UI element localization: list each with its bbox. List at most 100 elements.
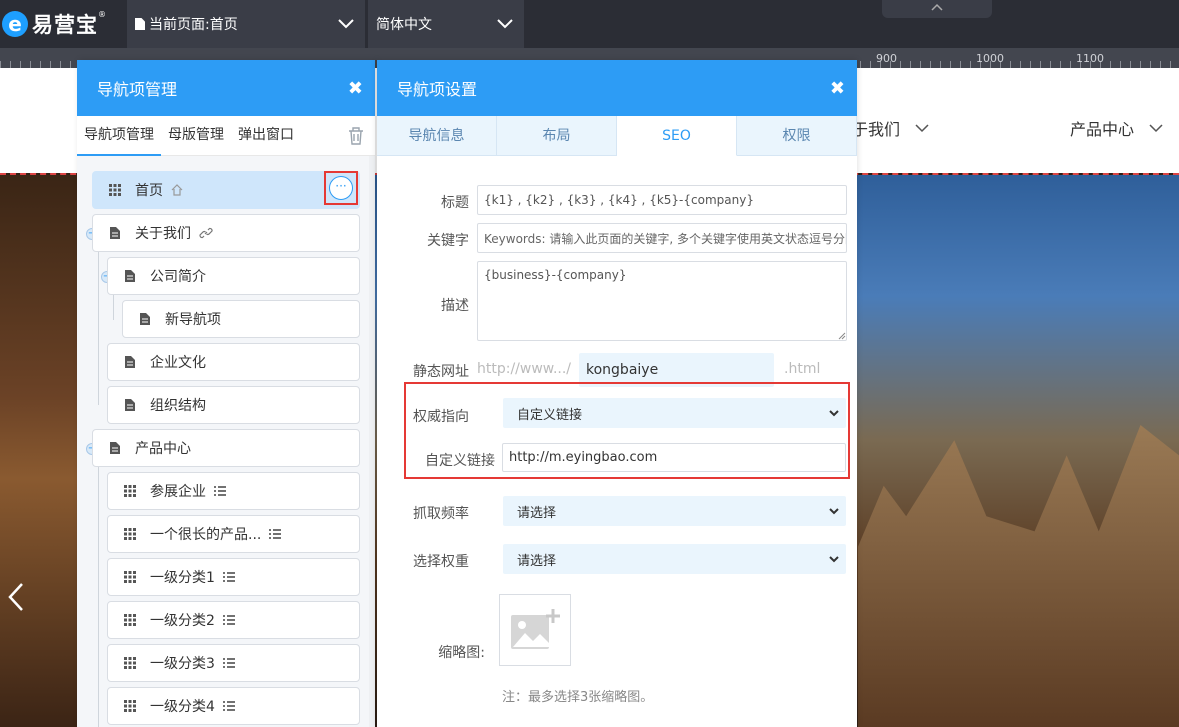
trash-icon[interactable] — [347, 126, 365, 146]
tree-node[interactable]: 参展企业 — [107, 472, 360, 510]
grid-icon — [120, 700, 140, 712]
page-icon — [105, 227, 125, 239]
static-url-prefix: http://www.../ — [477, 361, 572, 377]
site-nav-label: 于我们 — [852, 120, 901, 139]
page-icon — [120, 270, 140, 282]
current-page-select[interactable]: 当前页面:首页 — [127, 0, 365, 48]
close-icon[interactable]: ✖ — [348, 78, 363, 99]
site-nav-item[interactable]: 产品中心 — [1070, 116, 1164, 140]
page-icon — [120, 399, 140, 411]
tree-node[interactable]: 企业文化 — [107, 343, 360, 381]
resize-handle-icon[interactable] — [838, 332, 846, 340]
more-options-button[interactable]: ··· — [324, 171, 358, 205]
weight-label: 选择权重 — [413, 554, 469, 570]
tree-node-label: 参展企业 — [150, 484, 206, 500]
tab-permission[interactable]: 权限 — [737, 116, 857, 156]
keywords-label: 关键字 — [427, 233, 469, 249]
tree-node-label: 一级分类4 — [150, 699, 215, 715]
collapse-toolbar-button[interactable] — [882, 0, 992, 18]
nav-settings-header: 导航项设置 ✖ — [377, 60, 857, 116]
tree-node[interactable]: 一级分类2 — [107, 601, 360, 639]
language-select[interactable]: 简体中文 — [368, 0, 524, 48]
logo-text: 易营宝 — [32, 13, 98, 37]
scrollbar[interactable] — [369, 156, 375, 727]
more-icon: ··· — [329, 176, 353, 200]
crawl-frequency-select[interactable]: 请选择 — [503, 496, 846, 526]
chevron-down-icon — [829, 508, 839, 515]
nav-settings-title: 导航项设置 — [397, 80, 478, 99]
tree-node-label: 公司简介 — [150, 269, 206, 285]
list-icon — [269, 529, 282, 539]
description-textarea[interactable]: {business}-{company} — [477, 261, 847, 341]
tab-master-manager[interactable]: 母版管理 — [161, 116, 231, 156]
title-input[interactable]: {k1} , {k2} , {k3} , {k4} , {k5}-{compan… — [477, 185, 847, 215]
chevron-down-icon — [915, 124, 929, 133]
authority-select[interactable]: 自定义链接 — [503, 398, 846, 428]
tree-node[interactable]: 一个很长的产品... — [107, 515, 360, 553]
tree-node[interactable]: 新导航项 — [122, 300, 360, 338]
keywords-input[interactable]: Keywords: 请输入此页面的关键字, 多个关键字使用英文状态逗号分隔 — [477, 223, 847, 253]
custom-link-input[interactable]: http://m.eyingbao.com — [502, 443, 846, 472]
tree-node[interactable]: 一级分类1 — [107, 558, 360, 596]
custom-link-label: 自定义链接 — [425, 453, 495, 469]
tab-popup-window[interactable]: 弹出窗口 — [231, 116, 301, 156]
add-thumbnail-button[interactable] — [499, 594, 571, 666]
nav-manager-title: 导航项管理 — [97, 80, 178, 99]
chevron-left-icon[interactable] — [6, 580, 26, 614]
tree-line — [98, 245, 99, 405]
home-icon — [171, 184, 183, 196]
language-label: 简体中文 — [376, 17, 432, 33]
tree-node[interactable]: 一级分类4 — [107, 687, 360, 725]
chevron-up-icon — [931, 3, 943, 11]
grid-icon — [120, 571, 140, 583]
list-icon — [222, 701, 235, 711]
thumbnail-note: 注：最多选择3张缩略图。 — [502, 690, 654, 705]
site-nav-item[interactable]: 于我们 — [852, 116, 930, 140]
list-icon — [214, 486, 226, 496]
tree-node[interactable]: 公司简介 — [107, 257, 360, 295]
weight-value: 请选择 — [517, 553, 557, 569]
ruler-label: 900 — [876, 52, 897, 65]
top-bar: e 易营宝 ® 当前页面:首页 简体中文 — [0, 0, 1179, 48]
tab-seo[interactable]: SEO — [617, 116, 737, 156]
chevron-down-icon — [497, 19, 513, 29]
tab-nav-info[interactable]: 导航信息 — [377, 116, 497, 156]
static-url-label: 静态网址 — [413, 364, 469, 380]
tree-node[interactable]: 组织结构 — [107, 386, 360, 424]
tree-node-label: 企业文化 — [150, 355, 206, 371]
list-icon — [222, 615, 235, 625]
grid-icon — [105, 184, 125, 196]
banner-left-building — [0, 175, 80, 727]
nav-manager-tabs: 导航项管理 母版管理 弹出窗口 — [77, 116, 375, 156]
banner-right-building — [858, 425, 1179, 727]
tree-node[interactable]: 产品中心 — [92, 429, 360, 467]
tree-node-home[interactable]: 首页 — [92, 171, 360, 209]
tree-node[interactable]: 一级分类3 — [107, 644, 360, 682]
page-icon — [120, 356, 140, 368]
current-page-label: 当前页面:首页 — [149, 17, 238, 33]
description-value: {business}-{company} — [484, 268, 627, 282]
list-icon — [222, 572, 235, 582]
page-icon — [105, 442, 125, 454]
ruler-label: 1000 — [976, 52, 1004, 65]
crawl-frequency-label: 抓取频率 — [413, 506, 469, 522]
list-icon — [222, 658, 235, 668]
close-icon[interactable]: ✖ — [830, 78, 845, 99]
authority-value: 自定义链接 — [517, 407, 583, 423]
tab-layout[interactable]: 布局 — [497, 116, 617, 156]
tree-node-label: 一级分类3 — [150, 656, 215, 672]
link-icon — [199, 226, 213, 240]
description-label: 描述 — [441, 298, 469, 314]
site-nav-label: 产品中心 — [1070, 120, 1135, 139]
tree-node-label: 关于我们 — [135, 226, 191, 242]
thumbnail-label: 缩略图: — [438, 645, 485, 661]
page-icon — [135, 313, 155, 325]
weight-select[interactable]: 请选择 — [503, 544, 846, 574]
chevron-down-icon — [1149, 124, 1163, 133]
tree-node[interactable]: 关于我们 — [92, 214, 360, 252]
tab-nav-manager[interactable]: 导航项管理 — [77, 116, 161, 156]
grid-icon — [120, 657, 140, 669]
grid-icon — [120, 485, 140, 497]
grid-icon — [120, 614, 140, 626]
logo-mark: e — [2, 11, 28, 37]
